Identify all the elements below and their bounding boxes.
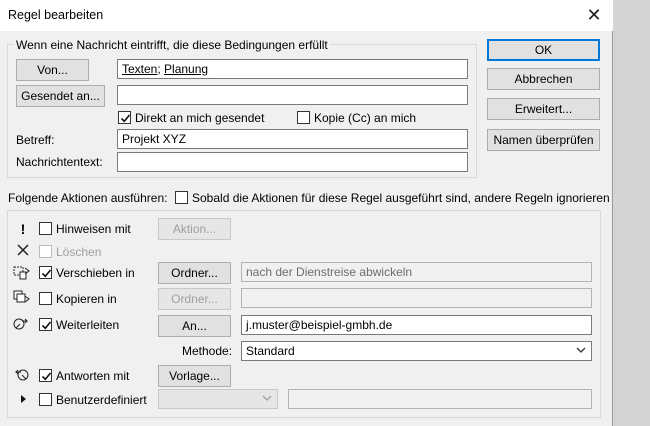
title-bar: Regel bearbeiten ✕: [0, 0, 613, 31]
expand-triangle-icon[interactable]: [14, 391, 32, 407]
alert-label: Hinweisen mit: [56, 222, 131, 236]
forward-label: Weiterleiten: [56, 318, 120, 332]
ok-button[interactable]: OK: [487, 39, 600, 61]
actions-header: Folgende Aktionen ausführen:: [8, 191, 168, 205]
copy-checkbox[interactable]: [39, 292, 52, 305]
copy-to-folder-icon: [13, 290, 31, 306]
sent-to-field[interactable]: [117, 85, 468, 105]
direct-to-me-checkbox[interactable]: [118, 111, 131, 124]
custom-checkbox[interactable]: [39, 393, 52, 406]
forward-icon: [13, 316, 31, 332]
checkmark-icon: [41, 372, 52, 381]
move-folder-field[interactable]: nach der Dienstreise abwickeln: [241, 262, 592, 282]
cc-to-me-label: Kopie (Cc) an mich: [314, 111, 417, 125]
from-button[interactable]: Von...: [16, 59, 89, 81]
from-field[interactable]: Texten; Planung: [117, 59, 468, 79]
conditions-group-label: Wenn eine Nachricht eintrifft, die diese…: [14, 38, 330, 52]
close-icon[interactable]: ✕: [582, 3, 606, 27]
forward-checkbox[interactable]: [39, 318, 52, 331]
from-recipient-2[interactable]: Planung: [164, 62, 208, 76]
reply-checkbox[interactable]: [39, 369, 52, 382]
subject-field[interactable]: Projekt XYZ: [117, 129, 468, 149]
advanced-button[interactable]: Erweitert...: [487, 98, 600, 120]
checkmark-icon: [41, 321, 52, 330]
cancel-button[interactable]: Abbrechen: [487, 68, 600, 90]
window-title: Regel bearbeiten: [8, 8, 104, 22]
x-icon: [14, 243, 32, 259]
move-folder-button[interactable]: Ordner...: [158, 262, 231, 284]
custom-action-field[interactable]: [288, 389, 592, 409]
body-label: Nachrichtentext:: [16, 155, 103, 169]
rule-dialog: Regel bearbeiten ✕ Wenn eine Nachricht e…: [0, 0, 613, 426]
stop-processing-label: Sobald die Aktionen für diese Regel ausg…: [192, 191, 610, 205]
alert-checkbox[interactable]: [39, 222, 52, 235]
move-to-folder-icon: [13, 265, 31, 281]
copy-folder-field[interactable]: [241, 288, 592, 308]
move-label: Verschieben in: [56, 266, 135, 280]
reply-icon: [13, 367, 31, 383]
from-recipient-1[interactable]: Texten: [122, 62, 157, 76]
reply-label: Antworten mit: [56, 369, 130, 383]
reply-template-button[interactable]: Vorlage...: [158, 365, 231, 387]
checkmark-icon: [120, 114, 131, 123]
actions-group: [7, 210, 601, 418]
subject-label: Betreff:: [16, 133, 55, 147]
move-checkbox[interactable]: [39, 266, 52, 279]
method-select[interactable]: Standard: [241, 341, 592, 361]
forward-to-button[interactable]: An...: [158, 315, 231, 337]
alert-action-button[interactable]: Aktion...: [158, 218, 231, 240]
sent-to-button[interactable]: Gesendet an...: [16, 85, 105, 107]
custom-action-select[interactable]: [158, 389, 278, 409]
forward-to-field[interactable]: j.muster@beispiel-gmbh.de: [241, 315, 592, 335]
delete-checkbox[interactable]: [39, 245, 52, 258]
check-names-button[interactable]: Namen überprüfen: [487, 129, 600, 151]
stop-processing-checkbox[interactable]: [175, 191, 188, 204]
method-label: Methode:: [182, 344, 233, 358]
exclamation-icon: !: [20, 221, 26, 237]
custom-label: Benutzerdefiniert: [56, 393, 147, 407]
cc-to-me-checkbox[interactable]: [297, 111, 310, 124]
body-field[interactable]: [117, 152, 468, 172]
delete-label: Löschen: [56, 245, 102, 259]
copy-folder-button[interactable]: Ordner...: [158, 288, 231, 310]
direct-to-me-label: Direkt an mich gesendet: [135, 111, 265, 125]
chevron-down-icon: [576, 347, 586, 353]
chevron-down-icon: [262, 395, 272, 401]
copy-label: Kopieren in: [56, 292, 117, 306]
checkmark-icon: [41, 269, 52, 278]
